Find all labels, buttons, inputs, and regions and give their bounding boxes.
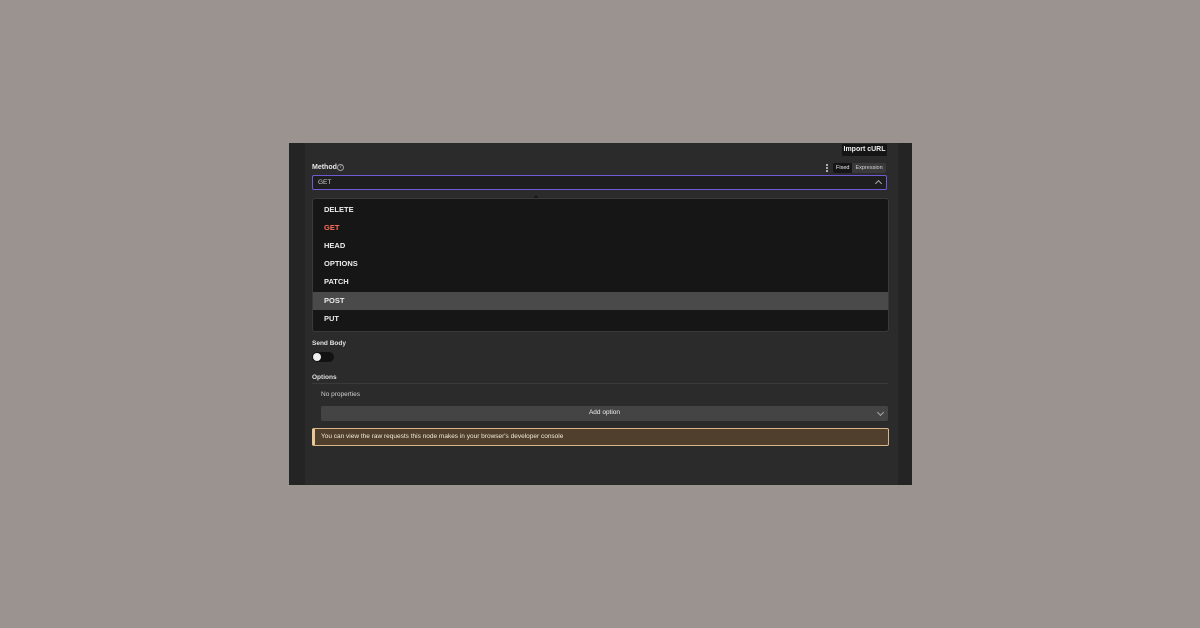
method-option-head[interactable]: HEAD	[313, 237, 888, 255]
panel-right-gutter	[898, 143, 912, 485]
no-properties-text: No properties	[321, 391, 361, 398]
add-option-label: Add option	[588, 409, 621, 416]
method-option-get[interactable]: GET	[313, 219, 888, 237]
developer-console-notice: You can view the raw requests this node …	[312, 428, 889, 446]
method-label: Method	[312, 164, 337, 171]
notice-text: You can view the raw requests this node …	[321, 433, 564, 440]
method-option-put[interactable]: PUT	[313, 310, 888, 328]
method-option-delete[interactable]: DELETE	[313, 201, 888, 219]
mode-expression-button[interactable]: Expression	[852, 163, 885, 173]
send-body-label: Send Body	[312, 340, 346, 347]
chevron-up-icon	[874, 179, 883, 188]
method-select[interactable]: GET	[312, 175, 887, 190]
fixed-expression-toggle: Fixed Expression	[833, 163, 886, 173]
method-option-post[interactable]: POST	[313, 292, 888, 310]
options-label: Options	[312, 374, 337, 381]
add-option-button[interactable]: Add option	[321, 406, 888, 421]
toggle-knob	[313, 353, 321, 361]
import-curl-button[interactable]: Import cURL	[842, 144, 887, 156]
help-icon[interactable]: ?	[337, 164, 344, 171]
method-dropdown: DELETE GET HEAD OPTIONS PATCH POST PUT	[312, 198, 889, 332]
mode-fixed-button[interactable]: Fixed	[833, 163, 853, 173]
options-divider	[312, 383, 888, 384]
method-select-value: GET	[318, 179, 332, 186]
send-body-toggle[interactable]	[312, 352, 334, 362]
node-parameters-panel: Import cURL Method ? Fixed Expression GE…	[289, 143, 912, 485]
method-option-patch[interactable]: PATCH	[313, 273, 888, 291]
kebab-icon[interactable]	[825, 164, 829, 173]
method-option-options[interactable]: OPTIONS	[313, 255, 888, 273]
panel-left-gutter	[289, 143, 305, 485]
